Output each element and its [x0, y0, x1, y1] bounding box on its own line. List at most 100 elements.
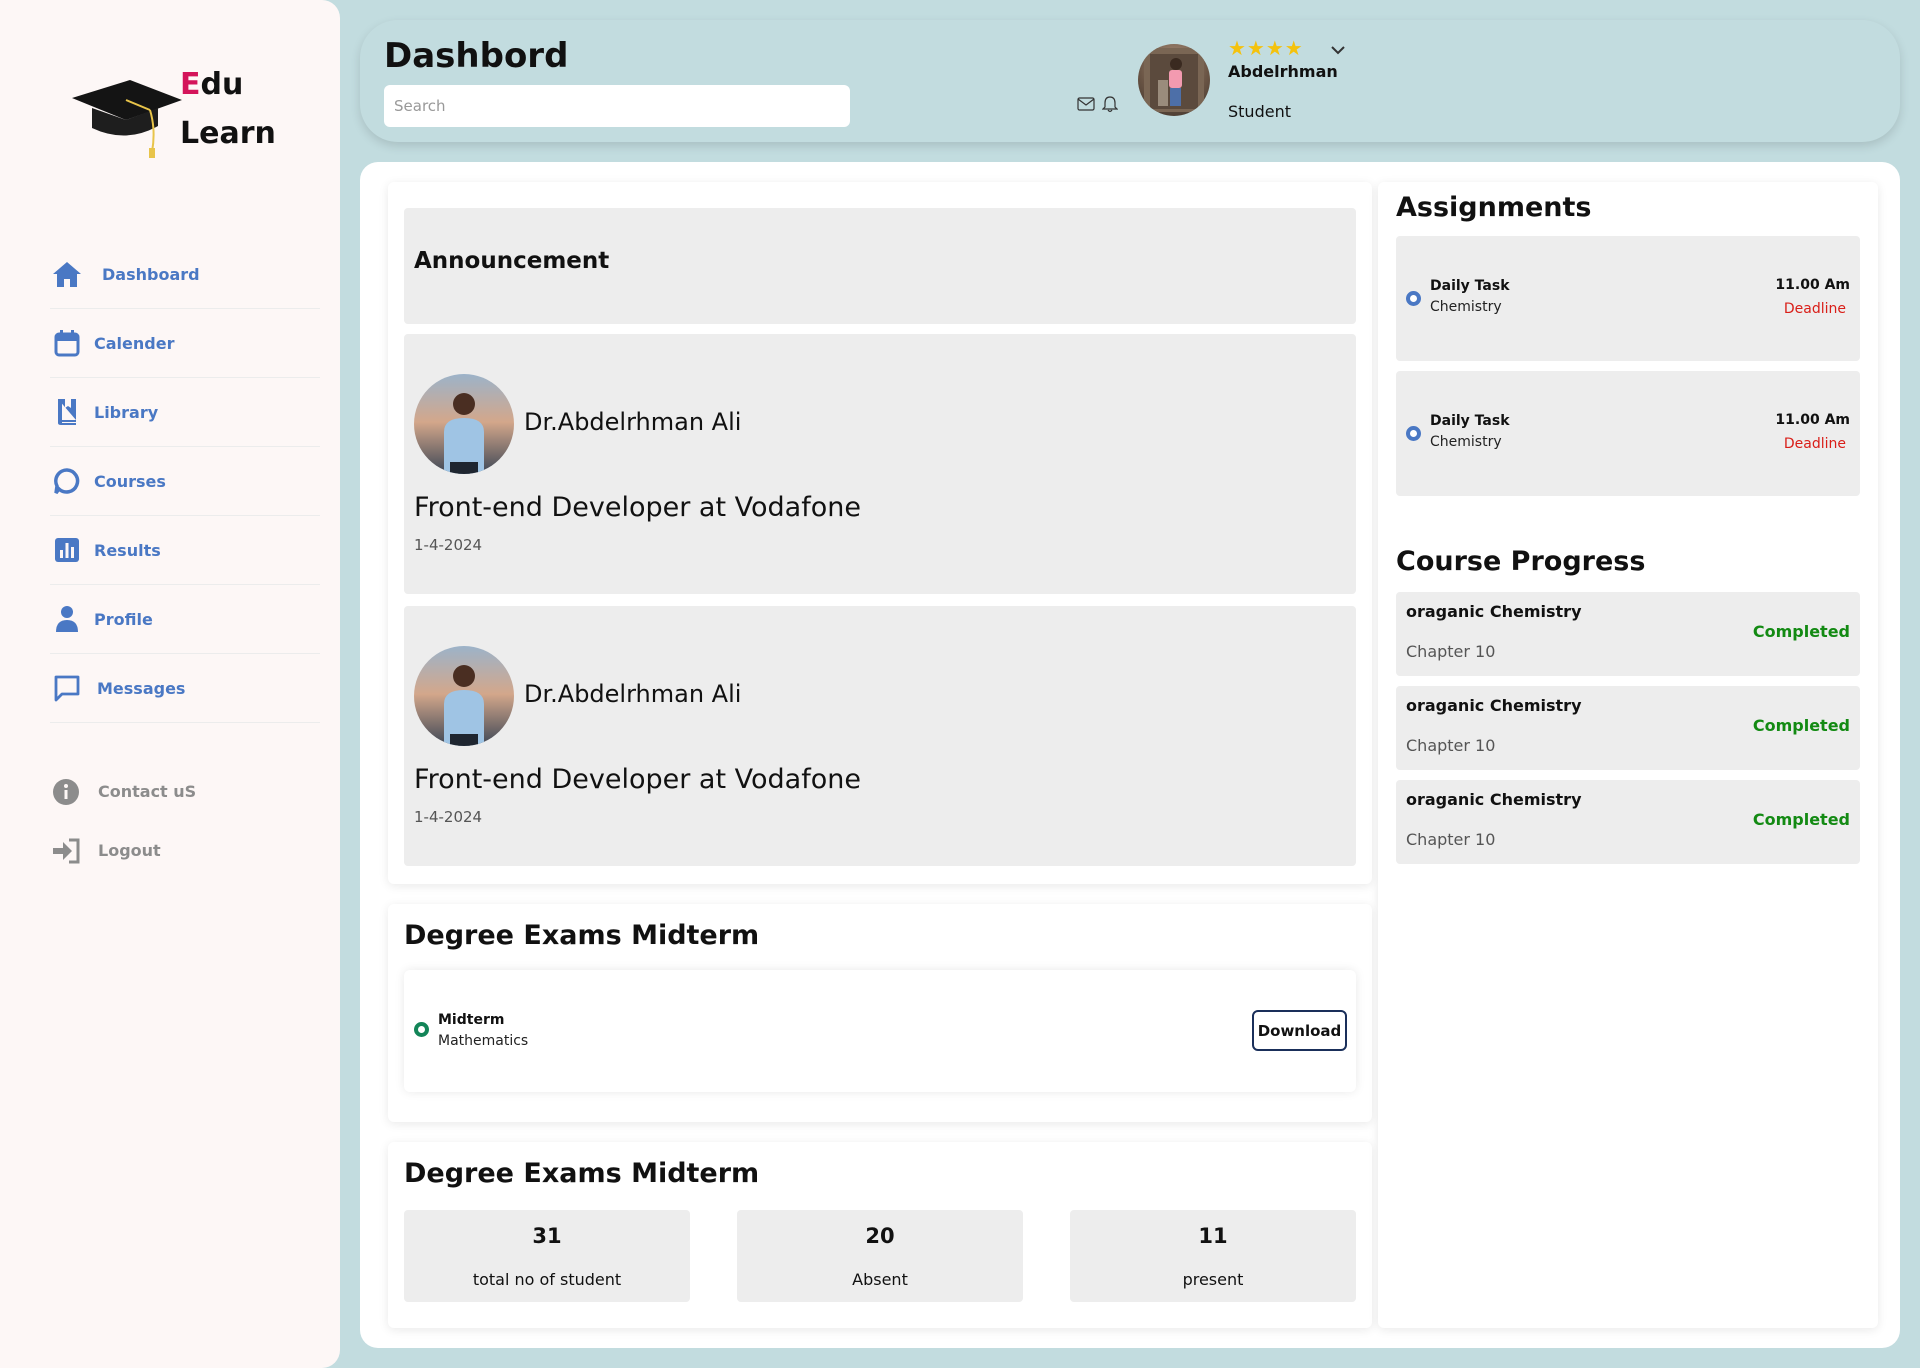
book-icon — [50, 395, 84, 429]
sidebar-item-contact-us[interactable]: Contact uS — [50, 762, 320, 821]
status-dot — [414, 1022, 429, 1037]
assignment-time: 11.00 Am — [1775, 277, 1850, 293]
assignment-subject: Chemistry — [1430, 299, 1502, 315]
sidebar-secondary-nav: Contact uS Logout — [50, 762, 320, 880]
assignment-time: 11.00 Am — [1775, 412, 1850, 428]
info-icon — [50, 776, 82, 808]
author-photo — [414, 374, 514, 474]
assignments-title: Assignments — [1396, 192, 1592, 223]
download-button[interactable]: Download — [1252, 1010, 1347, 1051]
sidebar-item-dashboard[interactable]: Dashboard — [50, 240, 320, 309]
course-progress-title: Course Progress — [1396, 546, 1646, 577]
top-header: Dashbord ★★★★ Abdelrhman Student — [360, 20, 1900, 142]
stat-box: 31 total no of student — [404, 1210, 690, 1302]
calendar-icon — [50, 326, 84, 360]
message-icon — [50, 671, 84, 705]
progress-item[interactable]: oraganic Chemistry Chapter 10 Completed — [1396, 780, 1860, 864]
stat-label: Absent — [852, 1270, 908, 1289]
sidebar-item-courses[interactable]: Courses — [50, 447, 320, 516]
progress-status: Completed — [1752, 810, 1850, 829]
sidebar-item-label: Contact uS — [98, 782, 197, 801]
announcement-header: Announcement — [404, 208, 1356, 324]
progress-course: oraganic Chemistry — [1406, 602, 1582, 621]
app-logo[interactable]: Edu Learn — [70, 60, 290, 160]
sidebar-item-library[interactable]: Library — [50, 378, 320, 447]
search-input[interactable] — [384, 85, 850, 127]
chat-bubble-icon — [50, 464, 84, 498]
post-date: 1-4-2024 — [414, 808, 483, 826]
sidebar-item-label: Results — [94, 540, 161, 560]
sidebar-item-profile[interactable]: Profile — [50, 585, 320, 654]
stat-value: 20 — [865, 1224, 895, 1248]
midterm-card: Degree Exams Midterm Midterm Mathematics… — [388, 904, 1372, 1122]
progress-chapter: Chapter 10 — [1406, 830, 1496, 849]
post-author: Dr.Abdelrhman Ali — [524, 680, 742, 708]
assignment-item[interactable]: Daily Task Chemistry 11.00 Am Deadline — [1396, 371, 1860, 496]
main-content: Announcement Dr.Abdelrhman Ali Front-end… — [360, 162, 1900, 1348]
user-icon — [50, 602, 84, 636]
avatar[interactable] — [1138, 44, 1210, 116]
sidebar-item-label: Library — [94, 402, 159, 422]
sidebar-item-logout[interactable]: Logout — [50, 821, 320, 880]
stat-box: 20 Absent — [737, 1210, 1023, 1302]
midterm-row: Midterm Mathematics Download — [404, 970, 1356, 1092]
stat-label: present — [1182, 1270, 1244, 1289]
assignment-subject: Chemistry — [1430, 434, 1502, 450]
home-icon — [50, 257, 84, 291]
stat-label: total no of student — [472, 1270, 622, 1289]
assignment-item[interactable]: Daily Task Chemistry 11.00 Am Deadline — [1396, 236, 1860, 361]
announcement-title: Announcement — [414, 248, 610, 274]
right-panel: Assignments Daily Task Chemistry 11.00 A… — [1378, 182, 1878, 1328]
post-date: 1-4-2024 — [414, 536, 483, 554]
assignment-name: Daily Task — [1430, 278, 1510, 294]
stats-card: Degree Exams Midterm 31 total no of stud… — [388, 1142, 1372, 1328]
mail-icon[interactable] — [1076, 94, 1096, 114]
logo-word-top: du — [200, 67, 244, 102]
sidebar-item-label: Logout — [98, 841, 161, 860]
assignment-status: Deadline — [1783, 301, 1846, 317]
author-photo — [414, 646, 514, 746]
sidebar-nav: Dashboard Calender Library Courses Resul… — [50, 240, 320, 723]
progress-item[interactable]: oraganic Chemistry Chapter 10 Completed — [1396, 592, 1860, 676]
header-icons — [1076, 94, 1120, 114]
stat-box: 11 present — [1070, 1210, 1356, 1302]
rating-stars: ★★★★ — [1228, 36, 1304, 60]
status-dot — [1406, 291, 1421, 306]
bell-icon[interactable] — [1100, 94, 1120, 114]
sidebar-item-label: Messages — [97, 678, 186, 698]
sidebar-item-label: Calender — [94, 333, 175, 353]
graduation-cap-icon — [72, 80, 182, 158]
post-role: Front-end Developer at Vodafone — [414, 492, 861, 523]
sidebar-item-label: Profile — [94, 609, 153, 629]
page-title: Dashbord — [384, 36, 569, 76]
sidebar: Edu Learn Dashboard Calender Library Cou… — [0, 0, 340, 1368]
user-name: Abdelrhman — [1228, 62, 1338, 81]
sidebar-item-calender[interactable]: Calender — [50, 309, 320, 378]
stat-value: 11 — [1198, 1224, 1228, 1248]
progress-chapter: Chapter 10 — [1406, 736, 1496, 755]
stats-title: Degree Exams Midterm — [404, 1158, 760, 1189]
exam-subject: Mathematics — [438, 1033, 529, 1049]
announcement-card: Announcement Dr.Abdelrhman Ali Front-end… — [388, 182, 1372, 884]
assignment-status: Deadline — [1783, 436, 1846, 452]
logo-text: Edu Learn — [180, 60, 276, 158]
logo-accent-letter: E — [180, 67, 201, 102]
progress-item[interactable]: oraganic Chemistry Chapter 10 Completed — [1396, 686, 1860, 770]
sidebar-item-label: Courses — [94, 471, 166, 491]
post-author: Dr.Abdelrhman Ali — [524, 408, 742, 436]
progress-chapter: Chapter 10 — [1406, 642, 1496, 661]
bar-chart-icon — [50, 533, 84, 567]
logout-icon — [50, 835, 82, 867]
midterm-title: Degree Exams Midterm — [404, 920, 760, 951]
sidebar-item-messages[interactable]: Messages — [50, 654, 320, 723]
chevron-down-icon[interactable] — [1330, 40, 1346, 59]
post-role: Front-end Developer at Vodafone — [414, 764, 861, 795]
sidebar-item-results[interactable]: Results — [50, 516, 320, 585]
announcement-post[interactable]: Dr.Abdelrhman Ali Front-end Developer at… — [404, 606, 1356, 866]
user-role: Student — [1228, 102, 1291, 121]
exam-name: Midterm — [438, 1012, 505, 1028]
progress-course: oraganic Chemistry — [1406, 790, 1582, 809]
assignment-name: Daily Task — [1430, 413, 1510, 429]
logo-word-bottom: Learn — [180, 116, 276, 151]
announcement-post[interactable]: Dr.Abdelrhman Ali Front-end Developer at… — [404, 334, 1356, 594]
